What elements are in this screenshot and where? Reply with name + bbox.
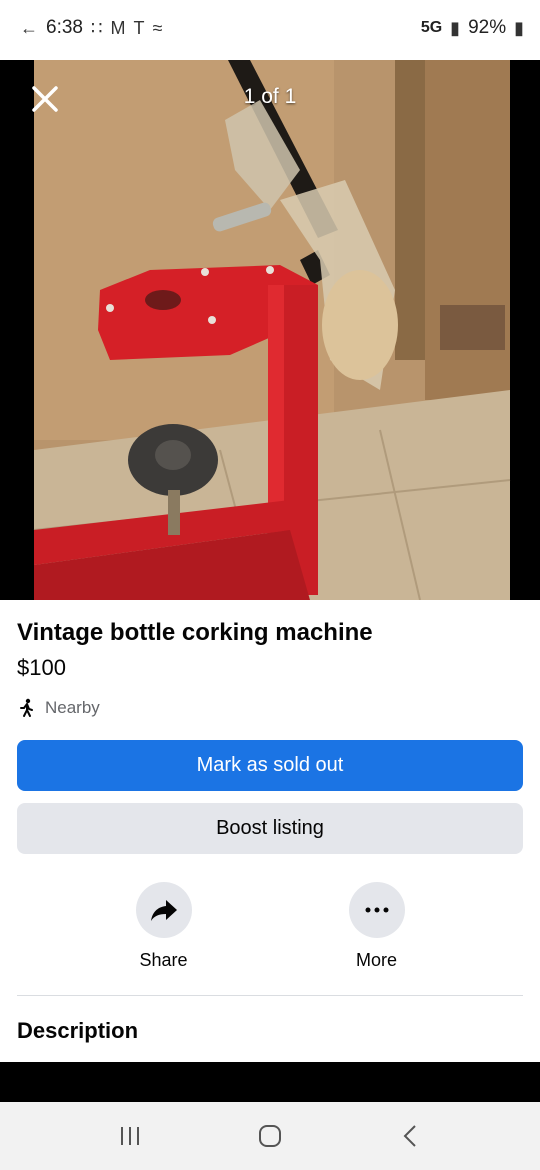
system-nav-bar	[0, 1102, 540, 1170]
walking-person-icon	[20, 698, 33, 717]
listing-photo[interactable]: 1 of 1	[0, 60, 540, 600]
mark-as-sold-out-button[interactable]: Mark as sold out	[17, 740, 523, 791]
more-label: More	[355, 950, 397, 970]
status-bar: ← 6:38 ∷ M T ≈ 5G ▮ 92% ▮	[0, 0, 540, 56]
status-left: ← 6:38 ∷ M T ≈	[20, 17, 162, 39]
wifi-icon: ≈	[152, 17, 163, 38]
recent-apps-icon	[121, 1127, 139, 1145]
bottom-band	[0, 1062, 540, 1102]
boost-listing-button[interactable]: Boost listing	[17, 803, 523, 854]
home-icon	[259, 1125, 281, 1147]
back-chevron-icon	[403, 1125, 416, 1147]
more-button[interactable]: More	[317, 882, 437, 971]
battery-label: 92%	[468, 17, 507, 38]
back-button[interactable]	[380, 1111, 440, 1161]
more-icon-circle	[348, 882, 405, 938]
listing-details: Vintage bottle corking machine $100 Near…	[0, 600, 540, 1044]
status-right: 5G ▮ 92% ▮	[421, 17, 524, 39]
signal-icon: ▮	[450, 17, 461, 38]
share-icon-circle	[135, 882, 192, 938]
location-row: Nearby	[17, 698, 523, 718]
corking-machine-image	[0, 60, 540, 600]
gmail-icon: M	[110, 17, 126, 38]
listing-title: Vintage bottle corking machine	[17, 619, 373, 646]
back-arrow-icon: ←	[20, 17, 38, 38]
share-arrow-icon	[150, 900, 177, 921]
share-label: Share	[139, 950, 188, 970]
battery-icon: ▮	[514, 17, 524, 38]
description-heading: Description	[17, 1018, 139, 1043]
share-button[interactable]: Share	[104, 882, 224, 971]
tmobile-icon: T	[133, 17, 145, 38]
action-row: Share More	[17, 882, 523, 971]
listing-price: $100	[17, 655, 66, 680]
dots-icon: ∷	[90, 17, 103, 38]
divider	[17, 995, 523, 996]
photo-counter: 1 of 1	[243, 85, 297, 108]
home-button[interactable]	[240, 1111, 300, 1161]
ellipsis-icon	[365, 907, 388, 913]
network-label: 5G	[420, 19, 443, 36]
status-time: 6:38	[46, 17, 83, 38]
location-label: Nearby	[45, 698, 100, 717]
recent-apps-button[interactable]	[100, 1111, 160, 1161]
